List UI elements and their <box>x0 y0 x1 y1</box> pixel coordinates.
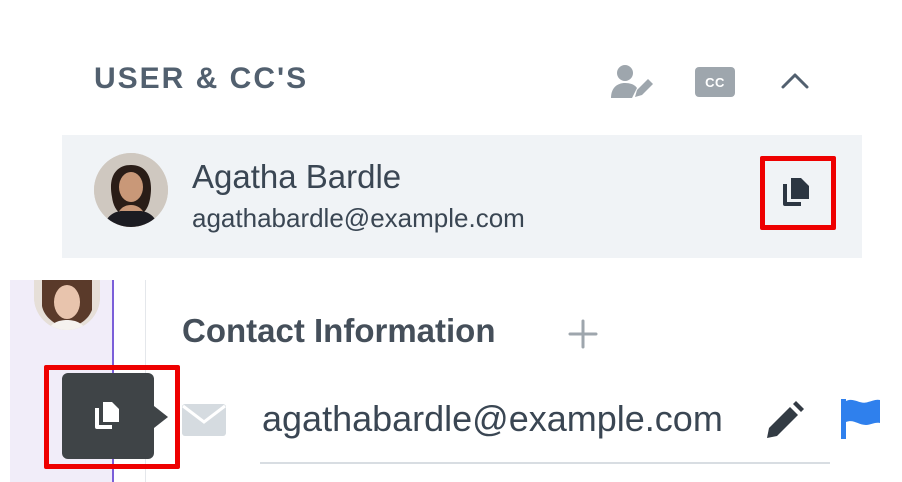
contact-information-title: Contact Information <box>182 312 496 349</box>
cc-badge: CC <box>695 67 735 97</box>
cc-icon[interactable]: CC <box>694 67 736 97</box>
pencil-icon[interactable] <box>764 401 804 441</box>
user-edit-icon[interactable] <box>610 64 654 100</box>
copy-icon <box>778 171 818 216</box>
users-panel-header: USER & CC'S CC <box>62 34 862 134</box>
copy-icon <box>88 394 128 439</box>
user-email: agathabardle@example.com <box>192 203 525 233</box>
plus-icon[interactable] <box>563 314 603 354</box>
user-row[interactable]: Agatha Bardle agathabardle@example.com <box>62 135 862 258</box>
page: USER & CC'S CC Agatha Bardle agathabardl… <box>0 0 902 482</box>
flag-icon[interactable] <box>838 397 882 441</box>
section-title: USER & CC'S <box>94 62 309 95</box>
chevron-up-icon[interactable] <box>778 64 812 98</box>
email-field[interactable]: agathabardle@example.com <box>262 397 762 441</box>
copy-tooltip-button[interactable] <box>62 373 154 459</box>
tooltip-arrow <box>154 406 168 428</box>
copy-button[interactable] <box>760 156 836 230</box>
contact-panel: Contact Information agathabardle@example… <box>0 280 902 482</box>
user-name: Agatha Bardle <box>192 158 402 195</box>
email-field-underline <box>260 462 830 464</box>
avatar <box>94 153 168 227</box>
users-panel: USER & CC'S CC Agatha Bardle agathabardl… <box>62 34 862 258</box>
mail-icon <box>181 403 227 437</box>
